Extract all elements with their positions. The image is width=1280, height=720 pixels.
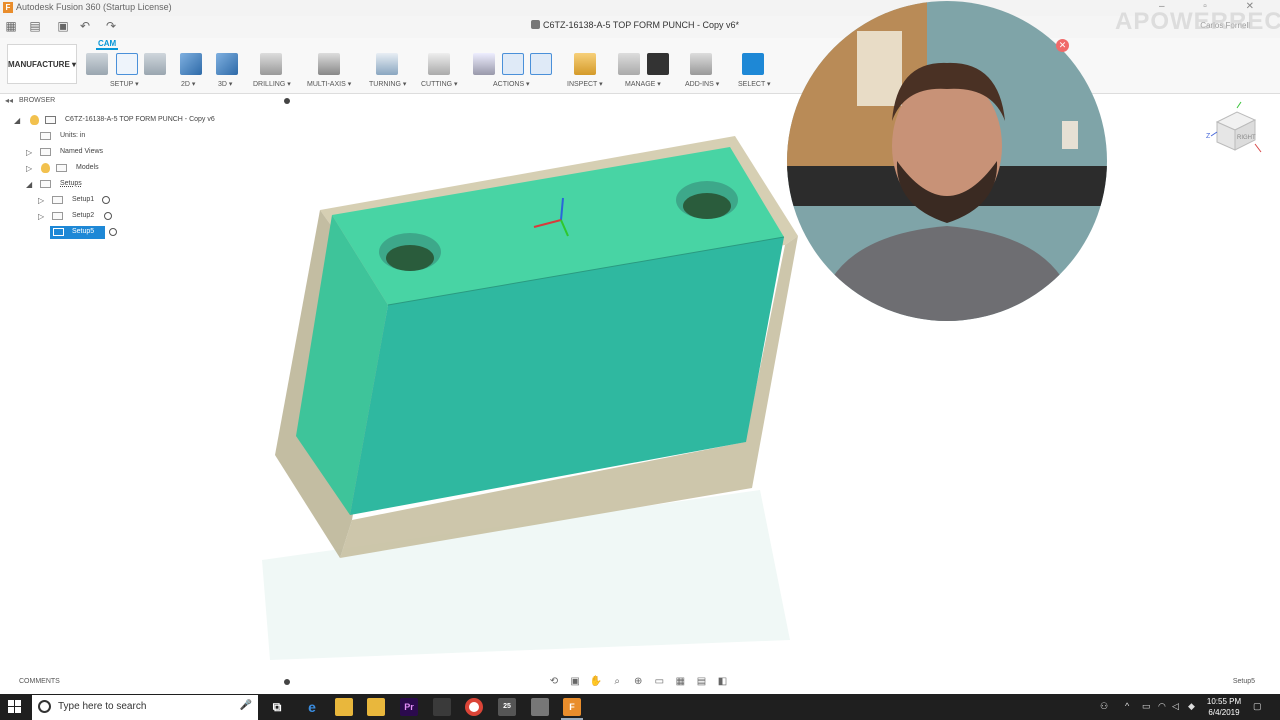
- tray-chevron-icon[interactable]: ^: [1125, 701, 1129, 711]
- viewcube-x-axis: [1254, 143, 1262, 153]
- dropbox-icon[interactable]: ◆: [1188, 701, 1195, 712]
- recorder-icon[interactable]: [531, 698, 549, 716]
- viewcube-y-axis: [1236, 101, 1242, 109]
- volume-icon[interactable]: ◁: [1172, 701, 1179, 712]
- windows-start-icon[interactable]: [8, 700, 22, 714]
- recorder-watermark: APOWERREC: [1115, 8, 1280, 35]
- hole-right-inner: [683, 193, 731, 219]
- look-at-icon[interactable]: ▣: [566, 676, 584, 688]
- app-icon[interactable]: [433, 698, 451, 716]
- comments-title: COMMENTS: [19, 678, 60, 685]
- taskbar-search[interactable]: Type here to search 🎤: [32, 695, 258, 720]
- fit-icon[interactable]: ⊕: [629, 676, 647, 688]
- edge-icon[interactable]: e: [303, 698, 321, 716]
- pin-icon[interactable]: [284, 679, 290, 685]
- mail-icon[interactable]: 25: [498, 698, 516, 716]
- task-view-icon[interactable]: ⧉: [268, 698, 286, 716]
- grid-settings-icon[interactable]: ▦: [671, 676, 689, 688]
- orbit-icon[interactable]: ⟲: [545, 676, 563, 688]
- wifi-icon[interactable]: ◠: [1158, 701, 1166, 712]
- chrome-icon[interactable]: [465, 698, 483, 716]
- search-placeholder: Type here to search: [58, 701, 147, 712]
- mail-badge: 25: [503, 703, 511, 710]
- viewcube-z-axis: [1210, 131, 1218, 137]
- cam-display-icon[interactable]: ◧: [714, 676, 732, 688]
- pan-icon[interactable]: ✋: [587, 676, 605, 688]
- people-icon[interactable]: ⚇: [1100, 701, 1108, 712]
- webcam-paper: [857, 31, 902, 106]
- navigation-bar: ⟲ ▣ ✋ ⌕ ⊕ ▭ ▦ ▤ ◧: [545, 675, 737, 689]
- taskbar-clock[interactable]: 10:55 PM 6/4/2019: [1204, 696, 1244, 718]
- network-icon[interactable]: ▭: [1142, 701, 1151, 712]
- notifications-icon[interactable]: ▢: [1253, 701, 1262, 712]
- comments-panel[interactable]: COMMENTS: [0, 676, 298, 688]
- active-setup-status: Setup5: [1232, 678, 1255, 685]
- display-settings-icon[interactable]: ▭: [650, 676, 668, 688]
- store-icon[interactable]: [367, 698, 385, 716]
- microphone-icon[interactable]: 🎤: [240, 700, 252, 711]
- viewcube-face-label: RIGHT: [1237, 135, 1256, 141]
- clock-time: 10:55 PM: [1206, 697, 1242, 706]
- viewcube[interactable]: RIGHT Z: [1205, 100, 1265, 160]
- close-webcam-icon[interactable]: ✕: [1056, 39, 1069, 52]
- zoom-icon[interactable]: ⌕: [608, 676, 626, 688]
- viewcube-z-label: Z: [1206, 133, 1211, 140]
- hole-left-inner: [386, 245, 434, 271]
- webcam-switch: [1062, 121, 1078, 149]
- taskbar: Type here to search 🎤 ⧉ e Pr 25 F ⚇ ^ ▭ …: [0, 694, 1280, 720]
- clock-date: 6/4/2019: [1208, 708, 1240, 717]
- fusion-taskbar-icon[interactable]: F: [563, 698, 581, 716]
- cortana-icon: [38, 700, 51, 713]
- premiere-icon[interactable]: Pr: [400, 698, 418, 716]
- file-explorer-icon[interactable]: [335, 698, 353, 716]
- viewports-icon[interactable]: ▤: [692, 676, 710, 688]
